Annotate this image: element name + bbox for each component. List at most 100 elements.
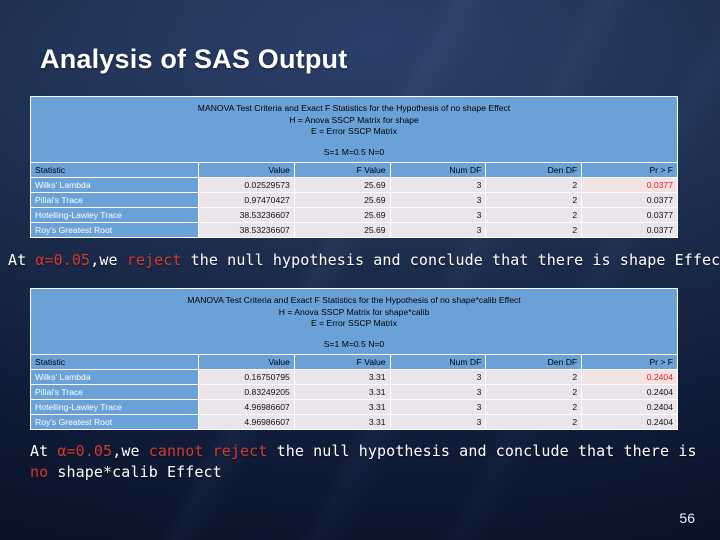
cell-value: 38.53236607 [198, 207, 295, 223]
conclusion-emphasis: cannot reject [148, 442, 268, 460]
cell-statistic: Pillai's Trace [30, 384, 199, 400]
conclusion-segment: shape*calib Effect [48, 463, 222, 481]
table-header-row: Statistic Value F Value Num DF Den DF Pr… [30, 162, 678, 178]
cell-num-df: 3 [389, 384, 487, 400]
cell-pr-f: 0.2404 [581, 399, 678, 415]
conclusion-emphasis: α=0.05 [57, 442, 113, 460]
caption-line: H = Anova SSCP Matrix for shape [289, 114, 419, 125]
cell-f-value: 3.31 [293, 414, 391, 430]
cell-statistic: Roy's Greatest Root [30, 414, 199, 430]
cell-pr-f: 0.0377 [581, 192, 678, 208]
column-header-value: Value [198, 354, 295, 370]
column-header-f-value: F Value [293, 162, 391, 178]
conclusion-segment: ,we [90, 251, 127, 269]
cell-den-df: 2 [485, 222, 583, 238]
cell-f-value: 3.31 [293, 369, 391, 385]
cell-num-df: 3 [389, 192, 487, 208]
cell-statistic: Roy's Greatest Root [30, 222, 199, 238]
cell-statistic: Wilks' Lambda [30, 177, 199, 193]
cell-den-df: 2 [485, 177, 583, 193]
conclusion-segment: the null hypothesis and conclude that th… [267, 442, 697, 460]
conclusion-segment: the null hypothesis and conclude that th… [181, 251, 720, 269]
caption-line: MANOVA Test Criteria and Exact F Statist… [187, 295, 521, 305]
column-header-num-df: Num DF [389, 162, 487, 178]
conclusion-emphasis: no [30, 463, 49, 481]
column-header-value: Value [198, 162, 295, 178]
table-row: Roy's Greatest Root 4.96986607 3.31 3 2 … [30, 414, 678, 430]
table-1-grid: Statistic Value F Value Num DF Den DF Pr… [30, 162, 678, 238]
cell-den-df: 2 [485, 192, 583, 208]
cell-statistic: Pillai's Trace [30, 192, 199, 208]
column-header-num-df: Num DF [389, 354, 487, 370]
conclusion-emphasis: reject [126, 251, 182, 269]
cell-f-value: 3.31 [293, 384, 391, 400]
cell-value: 0.83249205 [198, 384, 295, 400]
table-row: Wilks' Lambda 0.16750795 3.31 3 2 0.2404 [30, 369, 678, 385]
cell-statistic: Hotelling-Lawley Trace [30, 207, 199, 223]
table-row: Roy's Greatest Root 38.53236607 25.69 3 … [30, 222, 678, 238]
table-row: Pillai's Trace 0.83249205 3.31 3 2 0.240… [30, 384, 678, 400]
slide-canvas: Analysis of SAS Output MANOVA Test Crite… [0, 0, 720, 540]
caption-line: E = Error SSCP Matrix [310, 126, 398, 136]
cell-num-df: 3 [389, 369, 487, 385]
cell-den-df: 2 [485, 384, 583, 400]
caption-line: E = Error SSCP Matrix [310, 318, 398, 328]
caption-parameters: S=1 M=0.5 N=0 [323, 146, 385, 157]
cell-pr-f: 0.0377 [581, 222, 678, 238]
table-2-caption: MANOVA Test Criteria and Exact F Statist… [30, 288, 678, 354]
conclusion-segment: ,we [112, 442, 149, 460]
table-row: Hotelling-Lawley Trace 4.96986607 3.31 3… [30, 399, 678, 415]
cell-num-df: 3 [389, 399, 487, 415]
cell-f-value: 25.69 [293, 207, 391, 223]
cell-den-df: 2 [485, 399, 583, 415]
column-header-den-df: Den DF [485, 162, 583, 178]
cell-den-df: 2 [485, 414, 583, 430]
column-header-statistic: Statistic [30, 162, 199, 178]
cell-pr-f: 0.2404 [581, 384, 678, 400]
cell-f-value: 25.69 [293, 177, 391, 193]
caption-line: H = Anova SSCP Matrix for shape*calib [278, 306, 430, 317]
cell-pr-f-highlighted: 0.2404 [581, 369, 678, 385]
column-header-den-df: Den DF [485, 354, 583, 370]
cell-value: 38.53236607 [198, 222, 295, 238]
column-header-statistic: Statistic [30, 354, 199, 370]
table-1-caption: MANOVA Test Criteria and Exact F Statist… [30, 96, 678, 162]
cell-f-value: 3.31 [293, 399, 391, 415]
conclusion-segment: At [8, 251, 36, 269]
column-header-f-value: F Value [293, 354, 391, 370]
cell-num-df: 3 [389, 177, 487, 193]
sas-output-table-1: MANOVA Test Criteria and Exact F Statist… [30, 96, 678, 238]
cell-value: 0.16750795 [198, 369, 295, 385]
cell-value: 0.02529573 [198, 177, 295, 193]
cell-den-df: 2 [485, 207, 583, 223]
conclusion-emphasis: α=0.05 [35, 251, 91, 269]
cell-statistic: Wilks' Lambda [30, 369, 199, 385]
cell-value: 4.96986607 [198, 399, 295, 415]
conclusion-segment: At [30, 442, 58, 460]
cell-value: 0.97470427 [198, 192, 295, 208]
caption-line: MANOVA Test Criteria and Exact F Statist… [197, 103, 511, 113]
table-2-grid: Statistic Value F Value Num DF Den DF Pr… [30, 354, 678, 430]
table-row: Hotelling-Lawley Trace 38.53236607 25.69… [30, 207, 678, 223]
cell-num-df: 3 [389, 207, 487, 223]
page-title: Analysis of SAS Output [40, 44, 348, 74]
cell-num-df: 3 [389, 222, 487, 238]
cell-value: 4.96986607 [198, 414, 295, 430]
column-header-pr-f: Pr > F [581, 162, 678, 178]
cell-statistic: Hotelling-Lawley Trace [30, 399, 199, 415]
cell-f-value: 25.69 [293, 222, 391, 238]
conclusion-text-2: At α=0.05,we cannot reject the null hypo… [30, 441, 720, 483]
cell-pr-f: 0.2404 [581, 414, 678, 430]
cell-num-df: 3 [389, 414, 487, 430]
cell-pr-f-highlighted: 0.0377 [581, 177, 678, 193]
table-row: Wilks' Lambda 0.02529573 25.69 3 2 0.037… [30, 177, 678, 193]
cell-den-df: 2 [485, 369, 583, 385]
caption-parameters: S=1 M=0.5 N=0 [323, 338, 385, 349]
cell-pr-f: 0.0377 [581, 207, 678, 223]
sas-output-table-2: MANOVA Test Criteria and Exact F Statist… [30, 288, 678, 430]
page-number: 56 [679, 510, 695, 526]
table-header-row: Statistic Value F Value Num DF Den DF Pr… [30, 354, 678, 370]
conclusion-text-1: At α=0.05,we reject the null hypothesis … [8, 250, 720, 271]
